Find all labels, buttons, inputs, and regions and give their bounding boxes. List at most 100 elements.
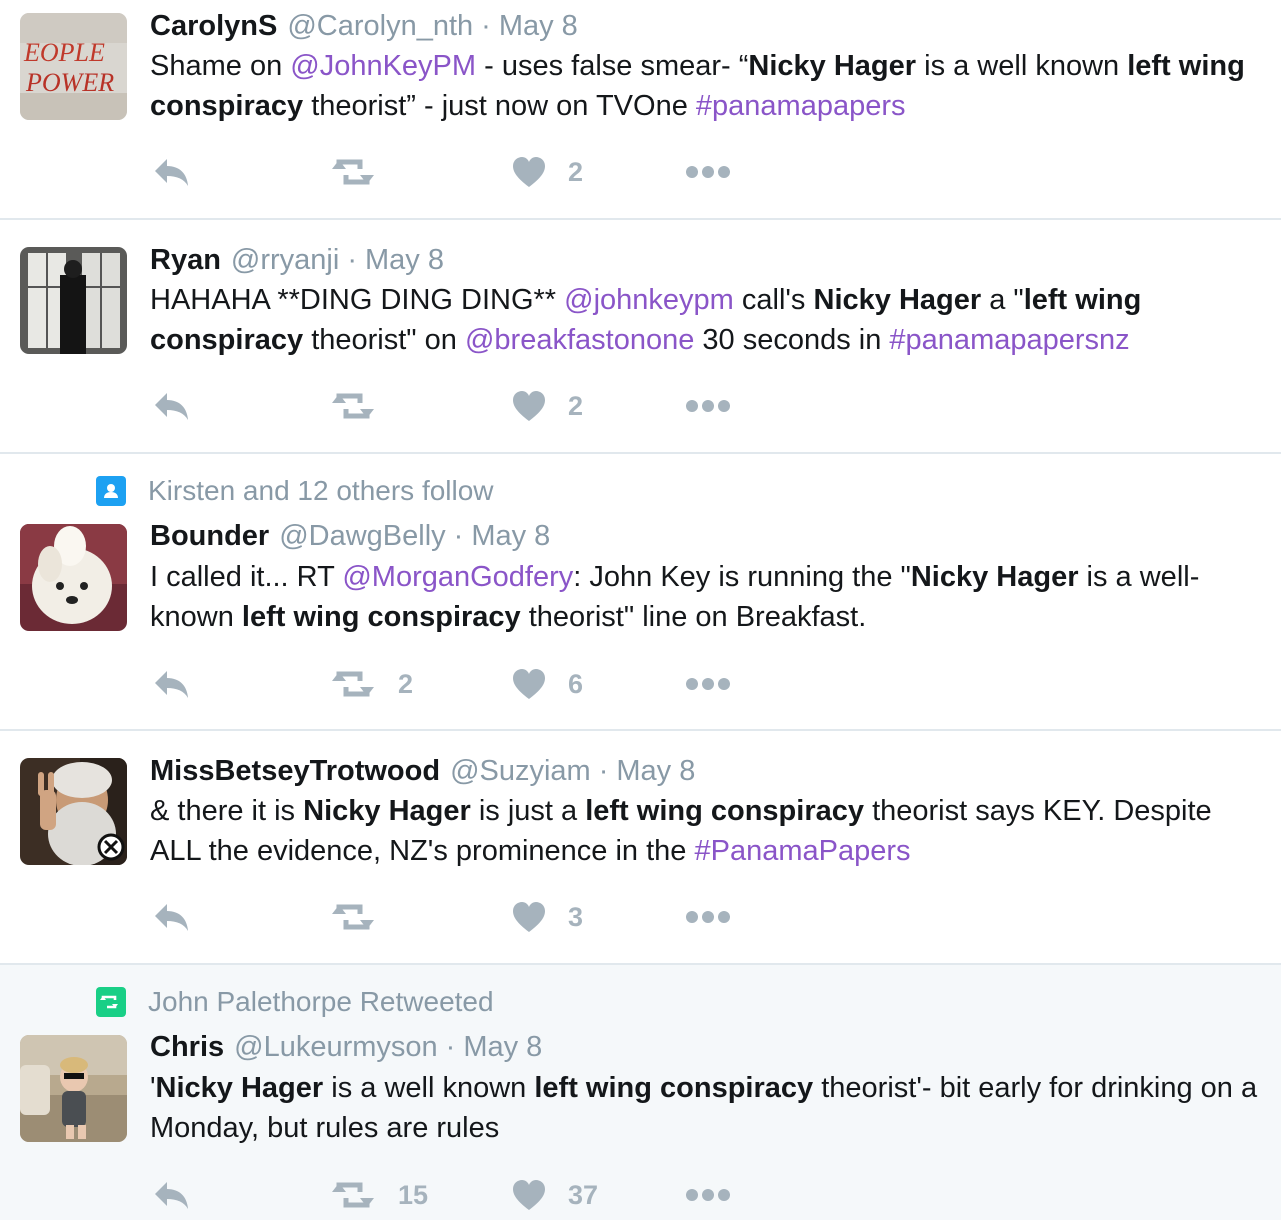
mention-link[interactable]: @breakfastonone — [465, 324, 694, 356]
tweet-text: HAHAHA **DING DING DING** @johnkeypm cal… — [150, 280, 1260, 360]
like-button[interactable]: 37 — [512, 1175, 598, 1215]
text-span: - uses false smear- “ — [476, 50, 749, 82]
mention-link[interactable]: @johnkeypm — [564, 284, 734, 316]
more-button[interactable] — [685, 386, 731, 426]
avatar[interactable]: EOPLE POWER — [20, 13, 127, 120]
retweet-icon — [330, 1180, 376, 1210]
heart-icon — [512, 668, 546, 700]
author-handle[interactable]: @Carolyn_nth — [287, 10, 473, 43]
like-count: 2 — [568, 156, 584, 187]
like-button[interactable]: 2 — [512, 152, 583, 192]
hashtag-link[interactable]: #panamapapersnz — [889, 324, 1129, 356]
tweet[interactable]: Ryan @rryanji · May 8 HAHAHA **DING DING… — [0, 220, 1281, 454]
reply-button[interactable] — [153, 897, 191, 937]
tweet-actions: 26 — [150, 664, 770, 704]
text-span: is a well known — [323, 1072, 535, 1104]
context-label[interactable]: Kirsten and 12 others follow — [148, 475, 494, 507]
separator: · — [347, 244, 357, 276]
mention-link[interactable]: @JohnKeyPM — [290, 50, 476, 82]
more-button[interactable] — [685, 152, 731, 192]
bold-text: Nicky Hager — [303, 795, 471, 827]
retweet-icon — [330, 391, 376, 421]
text-span: theorist" line on Breakfast. — [520, 601, 867, 633]
svg-text:POWER: POWER — [25, 68, 114, 97]
text-span: is a well known — [916, 50, 1128, 82]
retweet-count: 2 — [398, 668, 414, 699]
reply-button[interactable] — [153, 664, 191, 704]
text-span: & there it is — [150, 795, 304, 827]
tweet[interactable]: EOPLE POWER CarolynS @Carolyn_nth · May … — [0, 0, 1281, 220]
reply-button[interactable] — [153, 152, 191, 192]
like-count: 3 — [568, 901, 584, 932]
hashtag-link[interactable]: #PanamaPapers — [695, 835, 911, 867]
tweet-actions: 2 — [150, 152, 770, 192]
author-name[interactable]: Chris — [150, 1031, 224, 1064]
text-span: : John Key is running the " — [573, 561, 911, 593]
tweet-actions: 15 37 — [150, 1175, 770, 1215]
text-span: a " — [981, 284, 1024, 316]
avatar[interactable] — [20, 524, 127, 631]
tweet[interactable]: Kirsten and 12 others follow Bounder @Da… — [0, 454, 1281, 731]
avatar[interactable] — [20, 247, 127, 354]
retweet-badge-icon — [96, 987, 126, 1017]
heart-icon — [512, 390, 546, 422]
more-icon — [685, 399, 731, 413]
hashtag-link[interactable]: #panamapapers — [696, 90, 906, 122]
retweet-button[interactable] — [330, 152, 376, 192]
reply-icon — [153, 902, 191, 932]
social-context: Kirsten and 12 others follow — [96, 475, 494, 507]
author-name[interactable]: CarolynS — [150, 10, 277, 43]
social-context: John Palethorpe Retweeted — [96, 986, 494, 1018]
heart-icon — [512, 156, 546, 188]
tweet[interactable]: John Palethorpe Retweeted Chris @Lukeurm… — [0, 965, 1281, 1220]
separator: · — [481, 10, 491, 42]
tweet-date[interactable]: May 8 — [499, 10, 578, 43]
like-button[interactable]: 3 — [512, 897, 583, 937]
author-name[interactable]: Ryan — [150, 244, 221, 277]
bold-text: Nicky Hager — [813, 284, 982, 316]
retweet-icon — [330, 669, 376, 699]
heart-icon — [512, 1179, 546, 1211]
author-name[interactable]: MissBetseyTrotwood — [150, 755, 440, 788]
retweet-button[interactable]: 15 — [330, 1175, 428, 1215]
more-button[interactable] — [685, 664, 731, 704]
reply-button[interactable] — [153, 1175, 191, 1215]
retweet-button[interactable]: 2 — [330, 664, 413, 704]
avatar[interactable] — [20, 758, 127, 865]
more-button[interactable] — [685, 897, 731, 937]
like-button[interactable]: 2 — [512, 386, 583, 426]
retweet-button[interactable] — [330, 897, 376, 937]
retweet-button[interactable] — [330, 386, 376, 426]
retweet-icon — [330, 902, 376, 932]
tweet[interactable]: MissBetseyTrotwood @Suzyiam · May 8 & th… — [0, 731, 1281, 965]
bold-text: Nicky Hager — [910, 561, 1079, 593]
author-name[interactable]: Bounder — [150, 520, 269, 553]
svg-text:EOPLE: EOPLE — [23, 38, 105, 67]
tweet-text: Shame on @JohnKeyPM - uses false smear- … — [150, 46, 1260, 126]
avatar[interactable] — [20, 1035, 127, 1142]
text-span: Shame on — [150, 50, 291, 82]
tweet-date[interactable]: May 8 — [471, 520, 550, 553]
mention-link[interactable]: @MorganGodfery — [342, 561, 573, 593]
author-handle[interactable]: @DawgBelly — [279, 520, 445, 553]
text-span: theorist" on — [303, 324, 465, 356]
author-handle[interactable]: @Lukeurmyson — [234, 1031, 438, 1064]
author-handle[interactable]: @rryanji — [231, 244, 339, 277]
tweet-date[interactable]: May 8 — [616, 755, 695, 788]
more-icon — [685, 910, 731, 924]
tweet-date[interactable]: May 8 — [463, 1031, 542, 1064]
more-button[interactable] — [685, 1175, 731, 1215]
text-span: I called it... RT — [150, 561, 343, 593]
like-button[interactable]: 6 — [512, 664, 583, 704]
tweet-timeline: EOPLE POWER CarolynS @Carolyn_nth · May … — [0, 0, 1281, 1220]
author-handle[interactable]: @Suzyiam — [450, 755, 591, 788]
like-count: 37 — [568, 1179, 599, 1210]
text-span: HAHAHA **DING DING DING** — [150, 284, 565, 316]
reply-button[interactable] — [153, 386, 191, 426]
context-label[interactable]: John Palethorpe Retweeted — [148, 986, 494, 1018]
heart-icon — [512, 901, 546, 933]
tweet-text: 'Nicky Hager is a well known left wing c… — [150, 1068, 1260, 1148]
tweet-date[interactable]: May 8 — [365, 244, 444, 277]
like-count: 6 — [568, 668, 584, 699]
separator: · — [598, 755, 609, 787]
